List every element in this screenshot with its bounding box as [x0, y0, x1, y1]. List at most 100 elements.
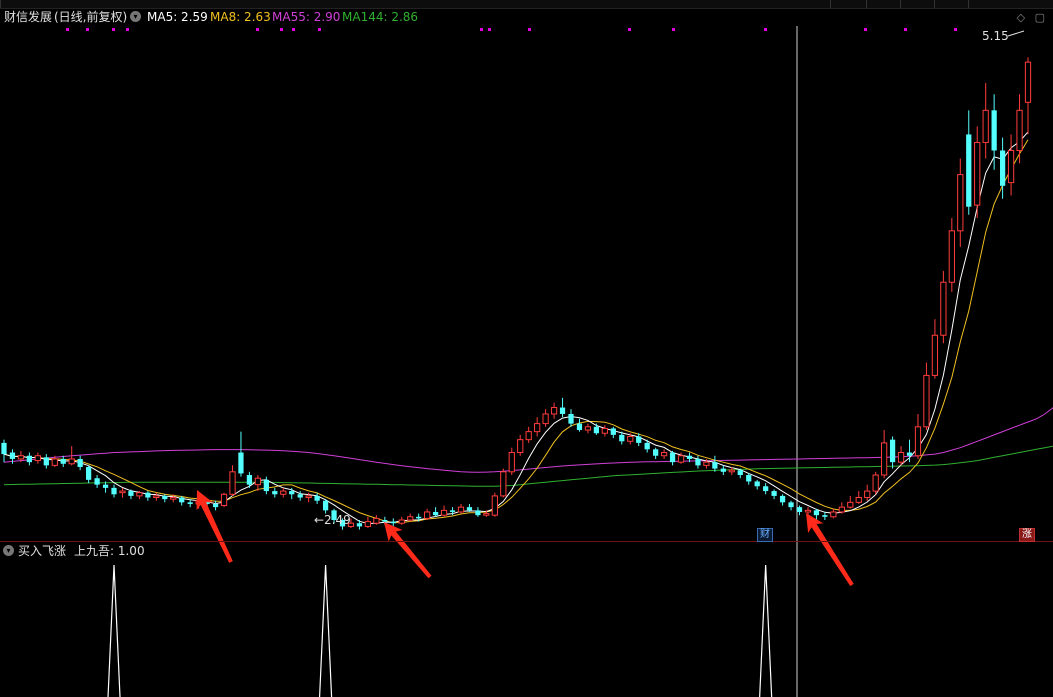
signal-marker	[904, 28, 907, 31]
candle-body	[9, 452, 16, 459]
candle-body	[238, 452, 244, 474]
candle-body	[382, 520, 388, 522]
candle	[212, 500, 219, 511]
candle-body	[483, 513, 490, 516]
candle	[508, 447, 515, 476]
candle	[534, 417, 541, 437]
candle-body	[508, 452, 515, 473]
candle-body	[703, 461, 710, 466]
candle	[94, 475, 100, 488]
candle	[889, 436, 896, 469]
candle-body	[610, 428, 616, 435]
candle-body	[550, 407, 558, 415]
signal-marker	[864, 28, 867, 31]
candle	[847, 495, 854, 509]
candle-body	[475, 510, 481, 516]
candle-body	[68, 458, 75, 465]
candle	[1024, 57, 1032, 135]
candle-body	[102, 484, 109, 488]
candle	[373, 515, 380, 525]
candle-body	[229, 471, 236, 495]
high-price-pointer	[1007, 30, 1025, 37]
candle	[763, 483, 769, 495]
candle	[593, 423, 600, 435]
candle-body	[636, 436, 642, 443]
candle	[1, 439, 7, 463]
candle	[136, 491, 143, 500]
candle-body	[364, 521, 372, 527]
candle	[779, 494, 786, 506]
candle-body	[746, 475, 752, 482]
signal-marker	[256, 28, 259, 31]
candle	[872, 471, 879, 495]
signal-marker	[66, 28, 69, 31]
candle	[923, 362, 930, 431]
candle	[1016, 94, 1023, 164]
candle	[525, 426, 532, 443]
candle-body	[872, 474, 879, 492]
candle-body	[491, 495, 498, 516]
candle	[457, 503, 465, 514]
candle	[272, 487, 278, 498]
candle-body	[619, 434, 625, 442]
candle	[145, 491, 151, 501]
candle	[77, 455, 83, 471]
candle	[830, 508, 837, 519]
candle-body	[43, 457, 49, 466]
candle	[60, 455, 66, 467]
candle	[153, 492, 160, 501]
high-price-label: 5.15	[982, 29, 1009, 43]
candle-body	[179, 497, 185, 503]
finance-badge[interactable]: 财	[757, 528, 773, 542]
candle	[550, 402, 558, 419]
candle	[364, 516, 372, 529]
candle-body	[838, 506, 845, 513]
limit-up-badge[interactable]: 涨	[1019, 528, 1035, 542]
indicator-spikes	[107, 564, 773, 697]
candle-body	[254, 477, 262, 486]
signal-markers	[66, 28, 957, 31]
candle-body	[897, 452, 905, 463]
candle	[43, 454, 49, 469]
signal-marker	[954, 28, 957, 31]
candle	[796, 505, 803, 516]
candle	[1007, 134, 1015, 196]
candle-body	[686, 455, 693, 459]
candle	[220, 492, 228, 508]
candle-body	[432, 511, 439, 516]
candle-body	[644, 442, 650, 450]
candle	[746, 473, 752, 485]
candle	[720, 465, 726, 476]
candle	[34, 452, 41, 464]
candle	[754, 479, 760, 490]
candle-body	[881, 442, 888, 476]
candle-body	[559, 407, 566, 414]
signal-marker	[318, 28, 321, 31]
candle-body	[830, 511, 837, 518]
candle	[111, 484, 117, 498]
candle-body	[568, 413, 574, 424]
candle-body	[948, 230, 955, 283]
candle-body	[906, 452, 913, 456]
candle-body	[457, 506, 465, 513]
candle-body	[51, 458, 58, 466]
candle	[542, 409, 549, 427]
signal-marker	[280, 28, 283, 31]
candle-body	[737, 470, 743, 476]
candle	[974, 126, 981, 218]
candle	[229, 465, 236, 496]
candle-body	[60, 458, 66, 464]
candle	[424, 508, 431, 520]
candle-body	[601, 427, 608, 434]
candle-body	[449, 510, 456, 512]
signal-marker	[672, 28, 675, 31]
chevron-down-icon[interactable]: ▾	[3, 545, 14, 556]
candle-body	[500, 471, 507, 497]
candle	[653, 447, 659, 459]
candle	[940, 270, 947, 344]
candle-body	[440, 509, 448, 516]
candle-body	[940, 281, 947, 336]
candle	[119, 487, 126, 498]
candle	[610, 426, 616, 439]
signal-marker	[764, 28, 767, 31]
